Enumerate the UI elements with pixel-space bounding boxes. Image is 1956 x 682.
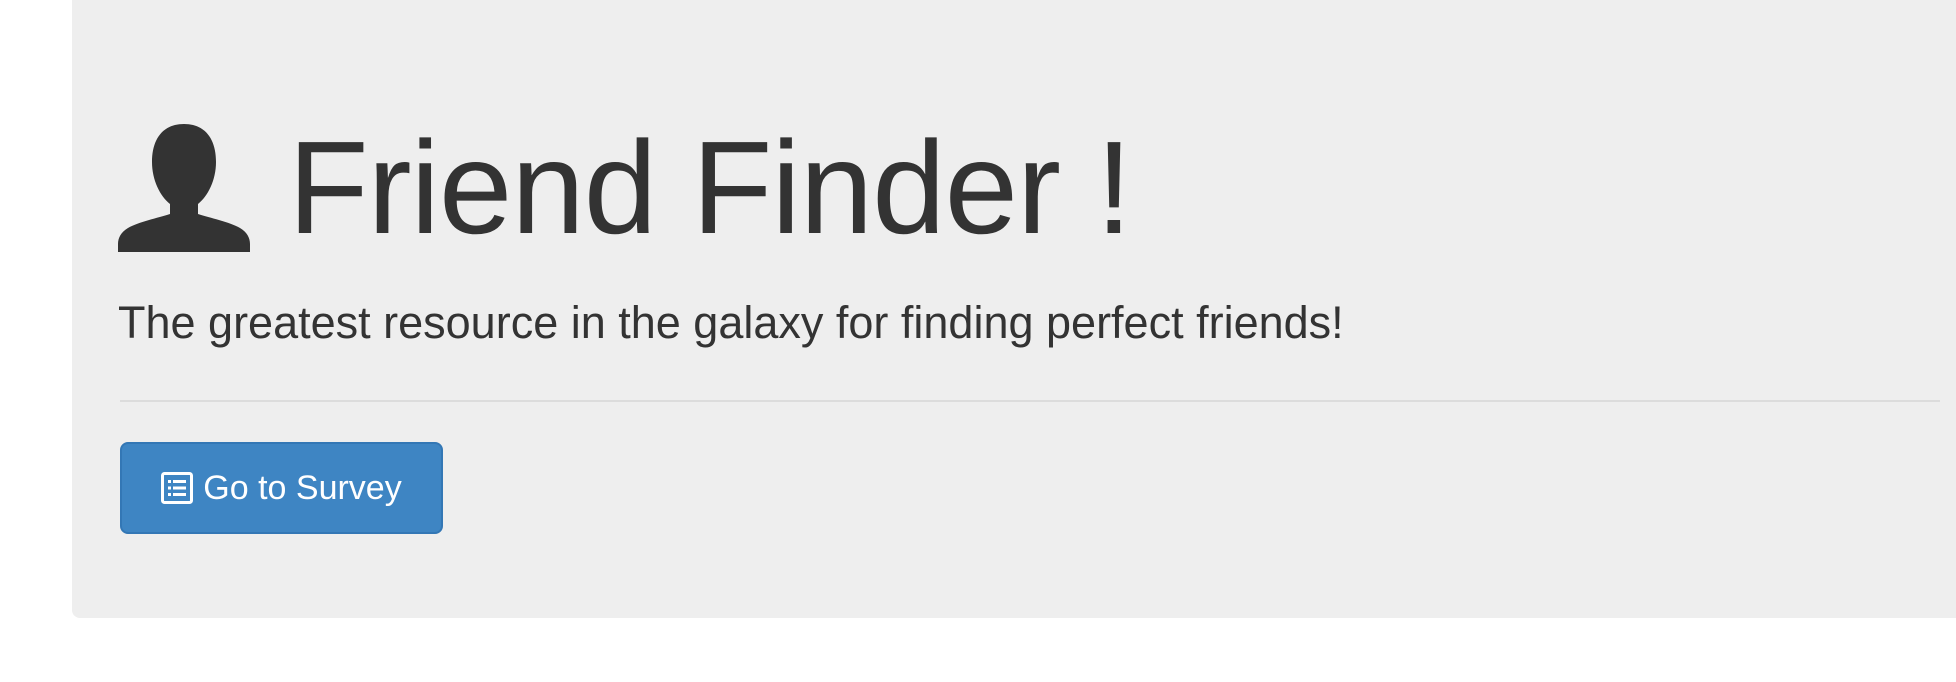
go-to-survey-button[interactable]: Go to Survey: [120, 442, 443, 534]
list-alt-icon: [161, 472, 194, 504]
page-title: Friend Finder !: [288, 114, 1132, 261]
divider: [120, 400, 1940, 402]
title-row: Friend Finder !: [118, 114, 1132, 261]
go-to-survey-label: Go to Survey: [203, 468, 402, 507]
page-subtitle: The greatest resource in the galaxy for …: [118, 297, 1344, 348]
user-icon: [118, 124, 250, 252]
